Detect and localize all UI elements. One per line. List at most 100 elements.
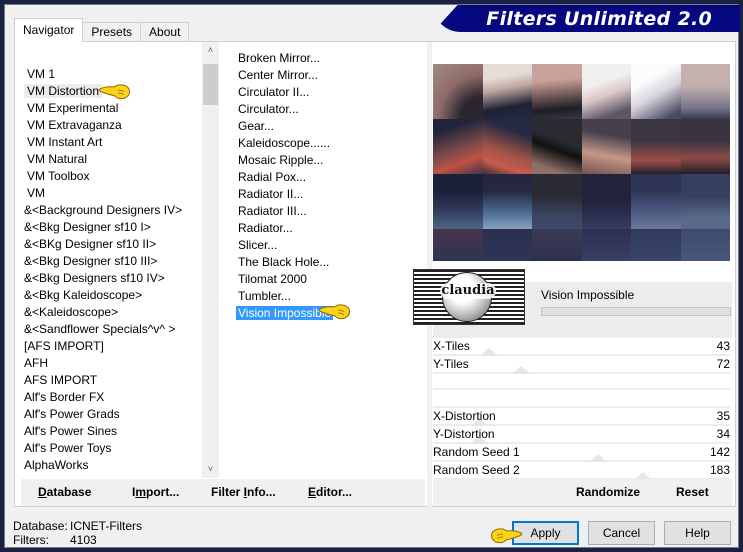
filter-item[interactable]: Kaleidoscope...... <box>235 135 425 152</box>
category-item[interactable]: &<Kaleidoscope> <box>21 304 211 321</box>
filter-item-label: Center Mirror... <box>238 68 319 82</box>
category-item[interactable]: &<BKg Designer sf10 II> <box>21 236 211 253</box>
import-button[interactable]: Import... <box>132 485 179 499</box>
tab-presets[interactable]: Presets <box>82 22 142 42</box>
scroll-up-icon[interactable]: ˄ <box>202 42 219 59</box>
preview-tile <box>581 119 631 174</box>
category-item[interactable]: [AFS IMPORT] <box>21 338 211 355</box>
category-item-label: VM Experimental <box>27 101 119 115</box>
filter-item[interactable]: Mosaic Ripple... <box>235 152 425 169</box>
category-item[interactable]: &<Bkg Kaleidoscope> <box>21 287 211 304</box>
filter-list[interactable]: Broken Mirror... Center Mirror... Circulat… <box>235 50 425 322</box>
parameter-slider[interactable]: Y-Distortion 34 <box>433 426 730 444</box>
category-item[interactable]: Alf's Power Toys <box>21 440 211 457</box>
filter-item[interactable]: Gear... <box>235 118 425 135</box>
filter-item[interactable]: Circulator II... <box>235 84 425 101</box>
category-item[interactable]: AFS IMPORT <box>21 372 211 389</box>
category-item-label: &<Bkg Designer sf10 I> <box>24 220 151 234</box>
parameter-slider[interactable]: Random Seed 2 183 <box>433 462 730 480</box>
category-item-label: VM 1 <box>27 67 56 81</box>
tab-about[interactable]: About <box>140 22 190 42</box>
category-item-label: Alf's Power Toys <box>24 441 112 455</box>
reset-button[interactable]: Reset <box>676 485 709 499</box>
randomize-button[interactable]: Randomize <box>576 485 640 499</box>
editor-button[interactable]: Editor... <box>308 485 352 499</box>
preview-tile <box>482 119 532 174</box>
filter-item[interactable]: Center Mirror... <box>235 67 425 84</box>
category-item-label: VM <box>27 186 45 200</box>
parameter-label: X-Distortion <box>433 409 496 423</box>
category-scrollbar[interactable]: ˄ ˅ <box>202 42 219 478</box>
tab-bar: Navigator Presets About <box>14 17 190 42</box>
parameter-slider[interactable]: Y-Tiles 72 <box>433 356 730 374</box>
filter-item-label: Slicer... <box>238 238 278 252</box>
filter-item[interactable]: Tilomat 2000 <box>235 271 425 288</box>
parameter-value: 183 <box>709 463 730 477</box>
filter-item-label: Mosaic Ripple... <box>238 153 324 167</box>
filter-info-label-2: nfo... <box>247 485 276 499</box>
category-item[interactable]: VM Toolbox <box>21 168 211 185</box>
pointing-hand-icon <box>491 528 523 544</box>
category-item[interactable]: &<Bkg Designer sf10 III> <box>21 253 211 270</box>
category-item[interactable]: VM <box>21 185 211 202</box>
filter-item[interactable]: Circulator... <box>235 101 425 118</box>
category-item[interactable]: VM 1 <box>21 66 211 83</box>
category-item-label: [AFS IMPORT] <box>24 339 104 353</box>
slider-knob[interactable] <box>480 348 499 356</box>
cancel-button[interactable]: Cancel <box>588 521 655 545</box>
filter-item[interactable]: Radiator... <box>235 220 425 237</box>
category-item[interactable]: VM Natural <box>21 151 211 168</box>
category-item[interactable]: AFH <box>21 355 211 372</box>
filter-info-button[interactable]: Filter Info... <box>211 485 276 499</box>
category-list[interactable]: VM 1 VM Distortion VM Experimental VM Extra… <box>21 42 211 478</box>
category-item[interactable]: Alf's Border FX <box>21 389 211 406</box>
parameter-slider[interactable]: X-Distortion 35 <box>433 408 730 426</box>
parameter-label: Random Seed 2 <box>433 463 520 477</box>
filter-item[interactable]: The Black Hole... <box>235 254 425 271</box>
parameter-value: 35 <box>716 409 730 423</box>
category-item[interactable]: AlphaWorks <box>21 457 211 474</box>
scrollbar-thumb[interactable] <box>203 64 218 105</box>
app-title: Filters Unlimited 2.0 <box>486 8 712 30</box>
category-item[interactable]: VM Extravaganza <box>21 117 211 134</box>
title-banner: Filters Unlimited 2.0 <box>433 5 740 32</box>
scroll-down-icon[interactable]: ˅ <box>202 461 219 478</box>
filter-item[interactable]: Radial Pox... <box>235 169 425 186</box>
slider-knob[interactable] <box>588 454 607 462</box>
category-item[interactable]: &<Sandflower Specials^v^ > <box>21 321 211 338</box>
category-item[interactable]: &<Bkg Designer sf10 I> <box>21 219 211 236</box>
help-button[interactable]: Help <box>664 521 731 545</box>
filter-item[interactable]: Radiator III... <box>235 203 425 220</box>
category-item-label: Alf's Border FX <box>24 390 105 404</box>
filter-item-label: Tumbler... <box>238 289 291 303</box>
database-button[interactable]: Database <box>38 485 91 499</box>
filter-item[interactable]: Slicer... <box>235 237 425 254</box>
tab-navigator[interactable]: Navigator <box>14 18 84 42</box>
filter-item[interactable]: Radiator II... <box>235 186 425 203</box>
category-item[interactable]: &<Bkg Designers sf10 IV> <box>21 270 211 287</box>
filter-item-label: Radiator III... <box>238 204 307 218</box>
filter-item-label: Circulator... <box>238 102 299 116</box>
category-item[interactable]: VM Instant Art <box>21 134 211 151</box>
filter-item-label: Kaleidoscope...... <box>238 136 331 150</box>
preview-tile <box>581 174 631 229</box>
filter-item-label: Gear... <box>238 119 275 133</box>
category-item-label: VM Toolbox <box>27 169 90 183</box>
category-item[interactable]: Alf's Power Sines <box>21 423 211 440</box>
category-item[interactable]: Alf's Power Grads <box>21 406 211 423</box>
category-item[interactable]: VM Experimental <box>21 100 211 117</box>
status-area: Database: ICNET-Filters Filters: 4103 <box>13 519 142 547</box>
category-item-label: &<Kaleidoscope> <box>24 305 119 319</box>
preview-tile <box>581 64 631 119</box>
editor-label: ditor... <box>316 485 353 499</box>
preview-tile <box>631 64 681 119</box>
category-item[interactable]: &<Background Designers IV> <box>21 202 211 219</box>
filter-item[interactable]: Broken Mirror... <box>235 50 425 67</box>
parameter-slider[interactable]: X-Tiles 43 <box>433 338 730 356</box>
preview-image <box>433 64 730 261</box>
filter-item-label: The Black Hole... <box>238 255 330 269</box>
category-item-label: AFH <box>24 356 48 370</box>
slider-knob[interactable] <box>512 366 531 374</box>
parameter-slider[interactable]: Random Seed 1 142 <box>433 444 730 462</box>
parameter-list: X-Tiles 43 Y-Tiles 72 X-Distortion 35 Y-Distor… <box>433 338 730 480</box>
